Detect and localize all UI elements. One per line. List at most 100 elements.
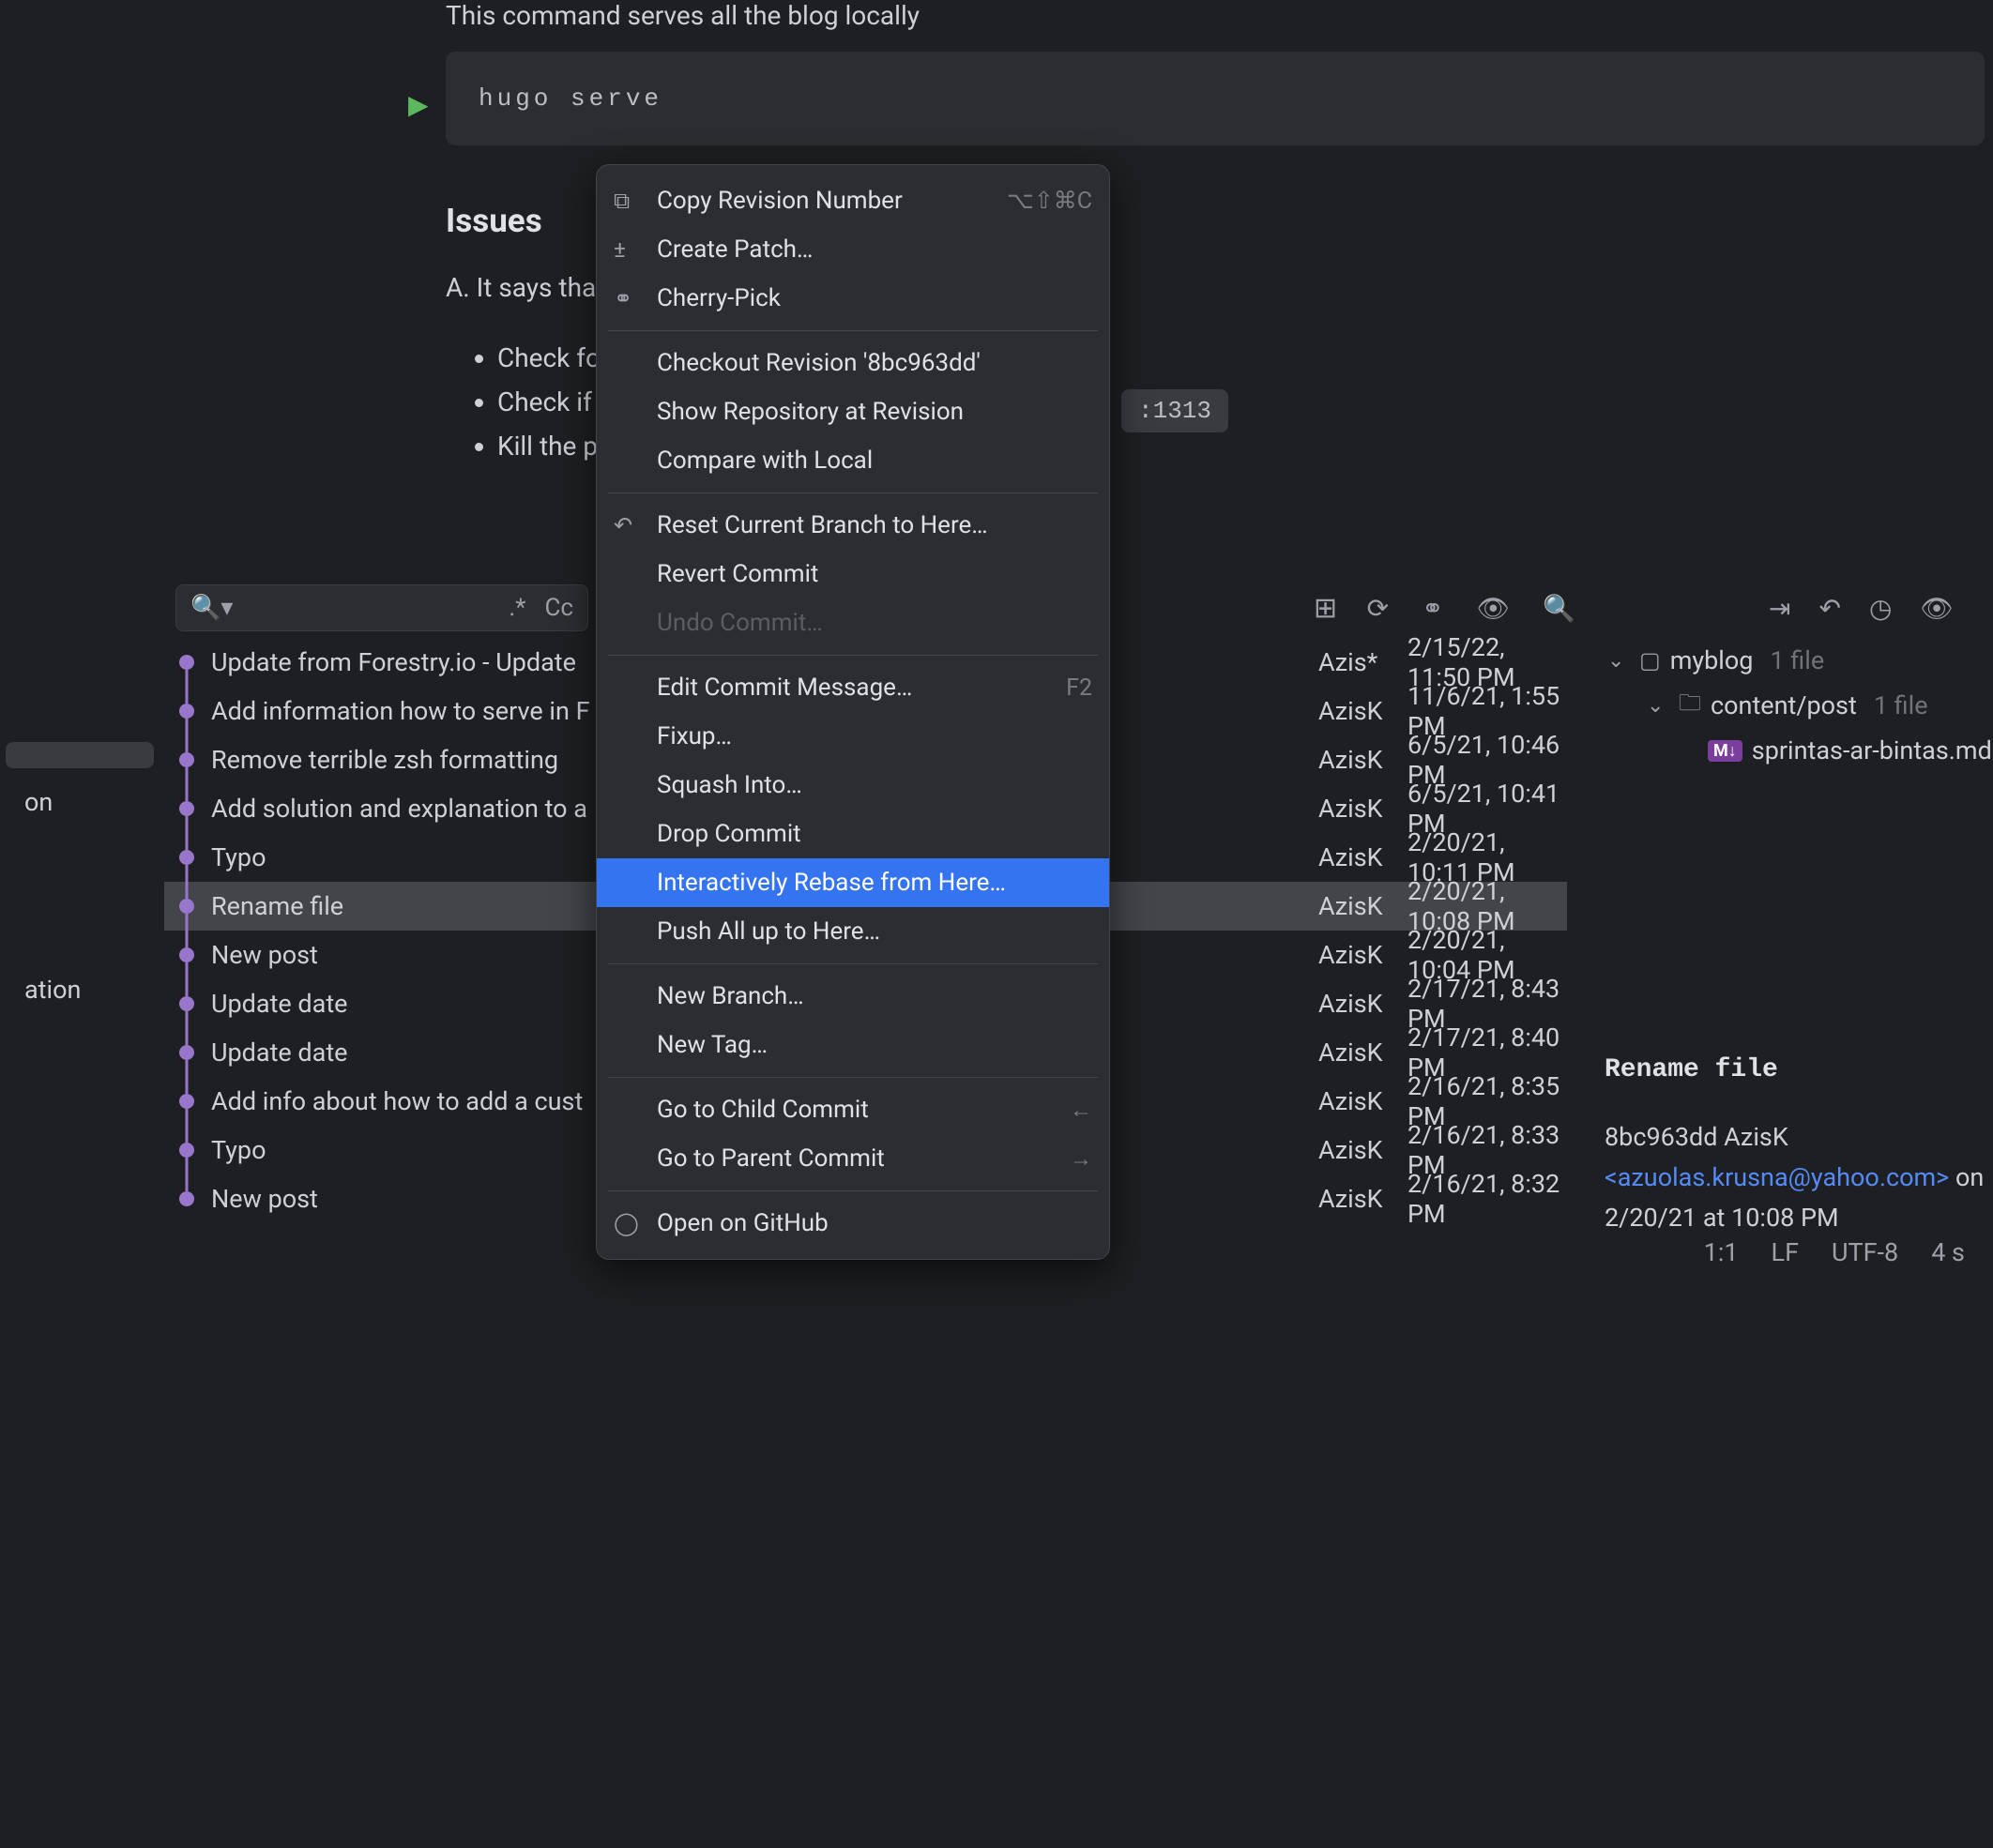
encoding[interactable]: UTF-8 — [1832, 1237, 1898, 1267]
graph-dot — [179, 655, 194, 670]
graph-dot — [179, 704, 194, 719]
bullet-item: Check if — [497, 386, 601, 417]
menu-checkout-revision[interactable]: Checkout Revision '8bc963dd' — [597, 339, 1109, 387]
menu-go-child[interactable]: Go to Child Commit← — [597, 1085, 1109, 1134]
tree-folder-label: content/post — [1711, 690, 1857, 720]
menu-fixup[interactable]: Fixup… — [597, 712, 1109, 761]
copy-icon: ⧉ — [614, 188, 640, 214]
graph-dot — [179, 899, 194, 914]
cherry-pick-icon[interactable]: ⚭ — [1422, 593, 1443, 624]
case-toggle[interactable]: Cc — [544, 594, 573, 622]
status-bar: 1:1 LF UTF-8 4 s — [1676, 1229, 1993, 1276]
detail-commit-title: Rename file — [1605, 1055, 1989, 1084]
history-icon[interactable]: ◷ — [1869, 593, 1892, 624]
commit-author: AzisK — [1318, 1038, 1383, 1068]
search-input[interactable]: 🔍▾ .* Cc — [175, 584, 588, 631]
menu-separator — [608, 1190, 1098, 1191]
graph-dot — [179, 801, 194, 816]
commit-message: Update date — [211, 1038, 348, 1068]
menu-reset-branch[interactable]: ↶Reset Current Branch to Here… — [597, 501, 1109, 550]
menu-copy-revision[interactable]: ⧉Copy Revision Number⌥⇧⌘C — [597, 176, 1109, 225]
chevron-down-icon: ⌄ — [1647, 694, 1669, 718]
shortcut: F2 — [1066, 674, 1092, 702]
menu-new-tag[interactable]: New Tag… — [597, 1021, 1109, 1069]
menu-separator — [608, 655, 1098, 656]
commit-author: AzisK — [1318, 745, 1383, 775]
issue-lead: A. It says tha — [446, 272, 596, 303]
tree-root-label: myblog — [1670, 645, 1754, 675]
undo-icon[interactable]: ↶ — [1818, 593, 1840, 624]
commit-author: AzisK — [1318, 940, 1383, 970]
line-ending[interactable]: LF — [1772, 1237, 1799, 1267]
commit-message: Add solution and explanation to a — [211, 794, 587, 824]
issues-heading: Issues — [446, 202, 542, 240]
tree-file-label: sprintas-ar-bintas.md — [1752, 735, 1992, 765]
menu-drop-commit[interactable]: Drop Commit — [597, 810, 1109, 858]
markdown-icon: M↓ — [1708, 740, 1742, 762]
menu-interactive-rebase[interactable]: Interactively Rebase from Here… — [597, 858, 1109, 907]
menu-new-branch[interactable]: New Branch… — [597, 972, 1109, 1021]
menu-squash[interactable]: Squash Into… — [597, 761, 1109, 810]
menu-show-repo[interactable]: Show Repository at Revision — [597, 387, 1109, 436]
code-block[interactable]: hugo serve — [446, 52, 1985, 145]
commit-author: AzisK — [1318, 1184, 1383, 1214]
detail-author: AzisK — [1724, 1122, 1788, 1152]
menu-revert-commit[interactable]: Revert Commit — [597, 550, 1109, 598]
cursor-position[interactable]: 1:1 — [1704, 1237, 1739, 1267]
menu-separator — [608, 492, 1098, 493]
menu-undo-commit: Undo Commit… — [597, 598, 1109, 647]
detail-email-link[interactable]: <azuolas.krusna@yahoo.com> — [1605, 1162, 1949, 1192]
commit-message: Remove terrible zsh formatting — [211, 745, 558, 775]
commit-author: Azis* — [1318, 647, 1377, 677]
cherry-icon: ⚭ — [614, 285, 640, 311]
regex-toggle[interactable]: .* — [509, 594, 525, 622]
menu-create-patch[interactable]: ±Create Patch… — [597, 225, 1109, 274]
search-log-icon[interactable]: 🔍 — [1543, 593, 1575, 624]
new-commit-icon[interactable]: ⊞ — [1314, 592, 1337, 625]
commit-message: Add information how to serve in F — [211, 696, 590, 726]
shortcut: ⌥⇧⌘C — [1007, 187, 1092, 215]
github-icon: ◯ — [614, 1210, 640, 1236]
graph-dot — [179, 1143, 194, 1158]
tree-folder[interactable]: ⌄ 🗀 content/post 1 file — [1581, 683, 1993, 728]
commit-author: AzisK — [1318, 891, 1383, 921]
run-icon[interactable]: ▶ — [408, 89, 429, 120]
file-tree-panel: ⌄ ▢ myblog 1 file ⌄ 🗀 content/post 1 fil… — [1581, 638, 1993, 773]
commit-author: AzisK — [1318, 842, 1383, 872]
commit-author: AzisK — [1318, 1086, 1383, 1116]
graph-dot — [179, 1191, 194, 1206]
tree-file[interactable]: M↓ sprintas-ar-bintas.md — [1581, 728, 1993, 773]
tree-root[interactable]: ⌄ ▢ myblog 1 file — [1581, 638, 1993, 683]
module-icon: ▢ — [1639, 647, 1661, 674]
arrow-left-icon: ← — [1070, 1097, 1092, 1124]
sidebar-item-on[interactable]: on — [6, 774, 154, 830]
refresh-icon[interactable]: ⟳ — [1367, 593, 1389, 624]
detail-hash: 8bc963dd — [1605, 1122, 1717, 1152]
eye-icon[interactable]: 👁 — [1477, 593, 1511, 624]
commit-author: AzisK — [1318, 1135, 1383, 1165]
menu-cherry-pick[interactable]: ⚭Cherry-Pick — [597, 274, 1109, 323]
port-badge: :1313 — [1121, 389, 1228, 432]
menu-open-github[interactable]: ◯Open on GitHub — [597, 1199, 1109, 1248]
preview-icon[interactable]: 👁 — [1920, 593, 1954, 624]
menu-push-up-to-here[interactable]: Push All up to Here… — [597, 907, 1109, 956]
arrow-right-icon: → — [1070, 1145, 1092, 1173]
commit-message: Update date — [211, 989, 348, 1019]
menu-edit-message[interactable]: Edit Commit Message…F2 — [597, 663, 1109, 712]
commit-message: Typo — [211, 1135, 266, 1165]
sidebar-item-ation[interactable]: ation — [6, 962, 154, 1018]
sidebar-item[interactable] — [6, 742, 154, 768]
file-count: 1 file — [1874, 690, 1928, 720]
graph-dot — [179, 1094, 194, 1109]
menu-compare-local[interactable]: Compare with Local — [597, 436, 1109, 485]
menu-go-parent[interactable]: Go to Parent Commit→ — [597, 1134, 1109, 1183]
indent[interactable]: 4 s — [1931, 1237, 1965, 1267]
collapse-icon[interactable]: ⇥ — [1769, 593, 1790, 624]
commit-message: Add info about how to add a cust — [211, 1086, 583, 1116]
bullet-item: Kill the p — [497, 431, 601, 462]
markdown-text: This command serves all the blog locally — [446, 0, 920, 31]
commit-message: Typo — [211, 842, 266, 872]
code-content: hugo serve — [479, 84, 662, 113]
graph-dot — [179, 850, 194, 865]
graph-dot — [179, 947, 194, 962]
